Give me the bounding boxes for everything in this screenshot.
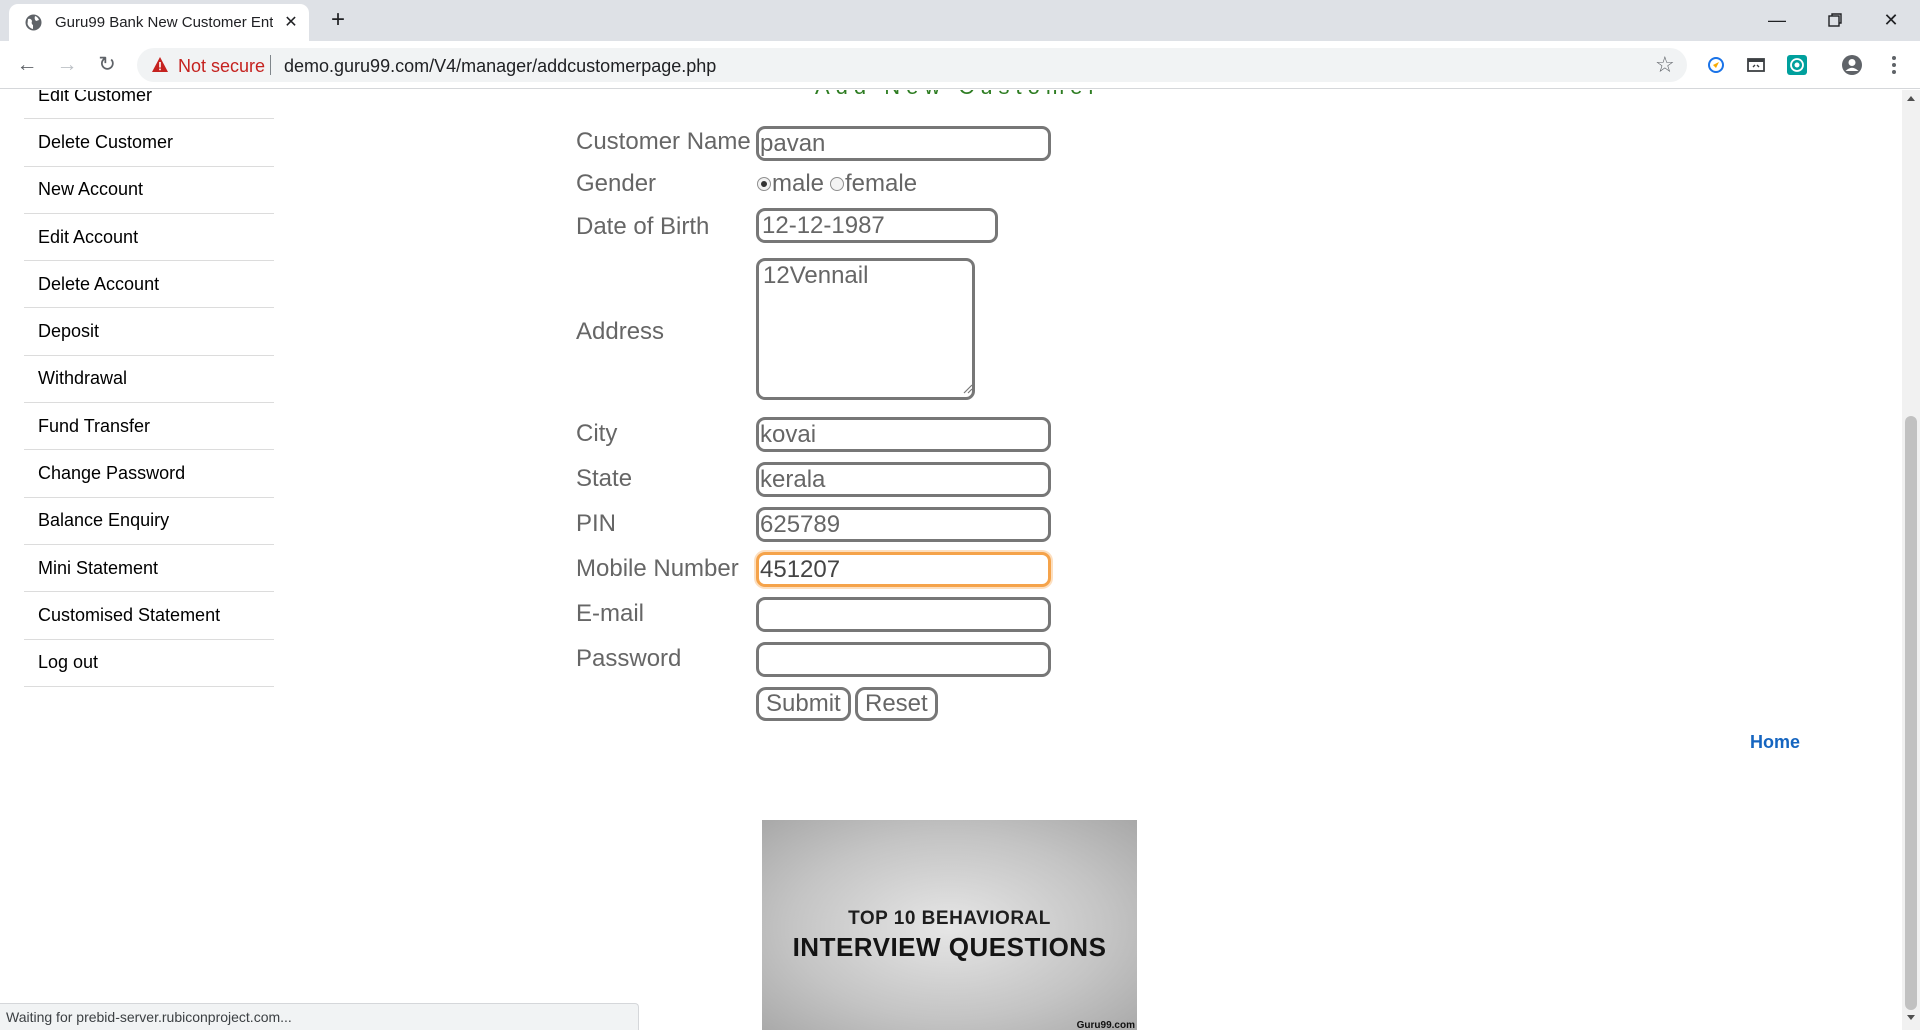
sidebar-item-edit-customer[interactable]: Edit Customer <box>24 90 274 120</box>
dob-input[interactable] <box>756 208 998 243</box>
address-label: Address <box>576 318 665 345</box>
url-text[interactable]: demo.guru99.com/V4/manager/addcustomerpa… <box>284 56 716 77</box>
scroll-down-arrow-icon[interactable] <box>1907 1015 1915 1020</box>
reset-button[interactable]: Reset <box>855 687 938 721</box>
mobile-number-label: Mobile Number <box>576 555 739 582</box>
gender-female-radio[interactable] <box>830 177 844 191</box>
warning-icon <box>152 57 168 72</box>
close-window-icon[interactable]: ✕ <box>1862 0 1920 41</box>
browser-toolbar: ← → ↻ Not secure demo.guru99.com/V4/mana… <box>0 41 1920 89</box>
reload-icon[interactable]: ↻ <box>93 51 121 79</box>
submit-button[interactable]: Submit <box>756 687 851 721</box>
status-bar: Waiting for prebid-server.rubiconproject… <box>0 1003 639 1030</box>
menu-kebab-icon[interactable] <box>1883 54 1905 76</box>
city-input[interactable] <box>756 417 1051 452</box>
sidebar-item-balance-enquiry[interactable]: Balance Enquiry <box>24 498 274 545</box>
profile-avatar-icon[interactable] <box>1841 54 1863 76</box>
scroll-up-arrow-icon[interactable] <box>1907 96 1915 101</box>
sidebar-item-log-out[interactable]: Log out <box>24 640 274 687</box>
pin-label: PIN <box>576 510 617 537</box>
back-arrow-icon[interactable]: ← <box>13 51 41 79</box>
tab-strip: Guru99 Bank New Customer Entr ✕ + — ✕ <box>0 0 1920 41</box>
home-link[interactable]: Home <box>1750 732 1800 753</box>
forward-arrow-icon[interactable]: → <box>53 51 81 79</box>
sidebar-item-delete-customer[interactable]: Delete Customer <box>24 119 274 167</box>
globe-icon <box>25 14 42 31</box>
ad-headline-top: TOP 10 BEHAVIORAL <box>848 908 1051 929</box>
devtools-extension-icon[interactable] <box>1745 54 1767 76</box>
customer-name-label: Customer Name <box>576 128 751 155</box>
gender-label: Gender <box>576 170 657 197</box>
bookmark-star-icon[interactable]: ☆ <box>1655 53 1675 77</box>
sidebar-menu: Edit Customer Delete Customer New Accoun… <box>24 90 274 687</box>
gender-male-radio[interactable] <box>757 177 771 191</box>
password-label: Password <box>576 645 682 672</box>
browser-tab[interactable]: Guru99 Bank New Customer Entr ✕ <box>9 4 309 41</box>
dob-label: Date of Birth <box>576 213 710 240</box>
sidebar-item-fund-transfer[interactable]: Fund Transfer <box>24 403 274 451</box>
advertisement-banner[interactable]: TOP 10 BEHAVIORAL INTERVIEW QUESTIONS Gu… <box>762 820 1137 1030</box>
address-textarea[interactable]: 12Vennail <box>756 258 975 400</box>
sidebar-item-new-account[interactable]: New Account <box>24 167 274 214</box>
restore-icon[interactable] <box>1806 0 1864 41</box>
ad-brand: Guru99.com <box>1076 1020 1135 1030</box>
scroll-thumb[interactable] <box>1905 416 1917 1010</box>
tab-title: Guru99 Bank New Customer Entr <box>55 14 273 31</box>
address-bar[interactable]: Not secure demo.guru99.com/V4/manager/ad… <box>137 48 1687 82</box>
gender-male-label[interactable]: male <box>772 170 824 198</box>
pin-input[interactable] <box>756 507 1051 542</box>
sidebar-item-withdrawal[interactable]: Withdrawal <box>24 356 274 404</box>
customer-name-input[interactable] <box>756 126 1051 161</box>
sidebar-item-customised-statement[interactable]: Customised Statement <box>24 592 274 640</box>
sidebar-item-mini-statement[interactable]: Mini Statement <box>24 545 274 593</box>
gender-female-label[interactable]: female <box>845 170 917 198</box>
new-tab-icon[interactable]: + <box>326 8 350 32</box>
state-input[interactable] <box>756 462 1051 497</box>
close-tab-icon[interactable]: ✕ <box>282 14 300 32</box>
sidebar-item-delete-account[interactable]: Delete Account <box>24 261 274 309</box>
resize-grip-icon[interactable] <box>961 382 973 394</box>
not-secure-label[interactable]: Not secure <box>178 56 265 77</box>
page-viewport: Edit Customer Delete Customer New Accoun… <box>0 90 1902 1030</box>
city-label: City <box>576 420 618 447</box>
password-input[interactable] <box>756 642 1051 677</box>
omnibox-divider <box>270 55 271 75</box>
mobile-number-input[interactable] <box>756 552 1051 587</box>
ad-headline-main: INTERVIEW QUESTIONS <box>792 932 1107 962</box>
page-title: Add New Customer <box>815 90 1102 100</box>
minimize-icon[interactable]: — <box>1748 0 1806 41</box>
sidebar-item-change-password[interactable]: Change Password <box>24 450 274 498</box>
sidebar-item-edit-account[interactable]: Edit Account <box>24 214 274 262</box>
selector-extension-icon[interactable] <box>1786 54 1808 76</box>
sidebar-item-deposit[interactable]: Deposit <box>24 308 274 356</box>
extension-icon[interactable] <box>1705 54 1727 76</box>
page-scrollbar[interactable] <box>1902 90 1920 1030</box>
state-label: State <box>576 465 633 492</box>
email-label: E-mail <box>576 600 645 627</box>
email-input[interactable] <box>756 597 1051 632</box>
